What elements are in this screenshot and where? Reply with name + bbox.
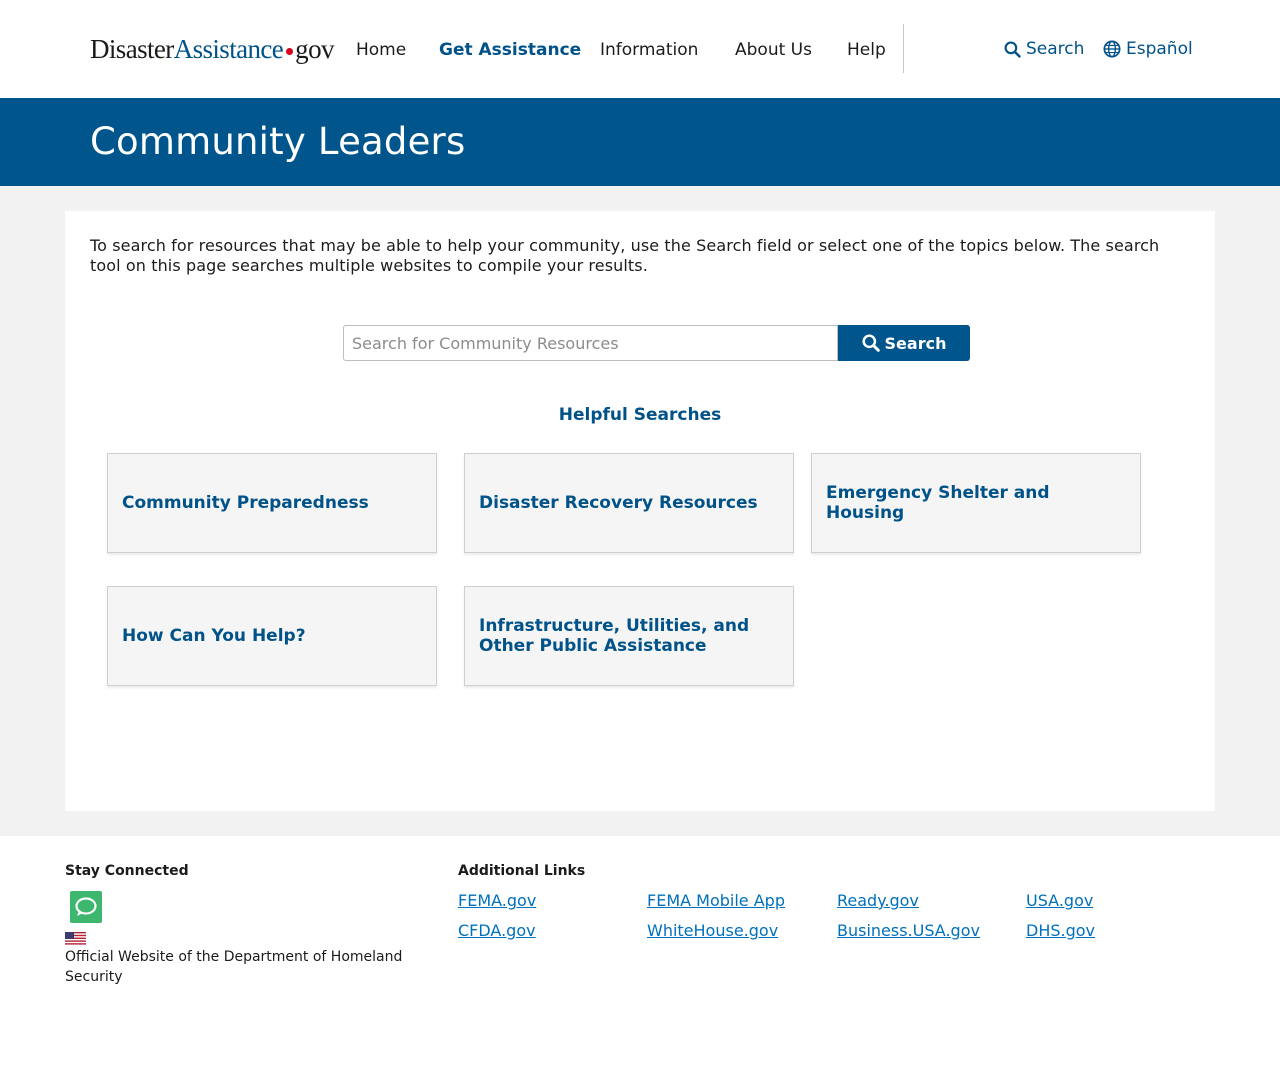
nav-help[interactable]: Help <box>847 38 886 62</box>
chat-icon[interactable] <box>70 891 102 923</box>
header-search-link[interactable]: Search <box>1004 37 1084 61</box>
official-website-text: Official Website of the Department of Ho… <box>65 949 403 985</box>
topic-community-preparedness[interactable]: Community Preparedness <box>107 453 437 553</box>
nav-divider <box>903 24 904 73</box>
community-search-input[interactable] <box>343 325 838 361</box>
link-business-usa-gov[interactable]: Business.USA.gov <box>837 921 980 941</box>
search-button-label: Search <box>884 333 947 353</box>
topic-label: Emergency Shelter and Housing <box>826 483 1050 523</box>
us-flag-icon <box>65 932 86 945</box>
community-search-button[interactable]: Search <box>838 325 970 361</box>
site-header: DisasterAssistance gov Home Get Assistanc… <box>0 0 1280 98</box>
nav-about-us[interactable]: About Us <box>735 38 812 62</box>
page-title: Community Leaders <box>90 120 466 163</box>
language-link[interactable]: Español <box>1103 37 1193 61</box>
link-ready-gov[interactable]: Ready.gov <box>837 891 919 911</box>
logo-part-assistance: Assistance <box>173 34 284 64</box>
link-whitehouse-gov[interactable]: WhiteHouse.gov <box>647 921 778 941</box>
nav-information[interactable]: Information <box>600 38 698 62</box>
topic-how-can-you-help[interactable]: How Can You Help? <box>107 586 437 686</box>
stay-connected-heading: Stay Connected <box>65 863 189 879</box>
search-icon <box>1004 41 1021 58</box>
link-fema-mobile-app[interactable]: FEMA Mobile App <box>647 891 785 911</box>
link-cfda-gov[interactable]: CFDA.gov <box>458 921 536 941</box>
additional-links-heading: Additional Links <box>458 863 586 879</box>
site-logo[interactable]: DisasterAssistance gov <box>90 32 334 66</box>
topic-infrastructure-utilities[interactable]: Infrastructure, Utilities, and Other Pub… <box>464 586 794 686</box>
link-usa-gov[interactable]: USA.gov <box>1026 891 1093 911</box>
topic-label: How Can You Help? <box>122 626 306 646</box>
helpful-searches-heading: Helpful Searches <box>558 405 722 425</box>
logo-dot <box>286 47 294 55</box>
topic-label: Infrastructure, Utilities, and Other Pub… <box>479 616 750 656</box>
topic-label: Community Preparedness <box>122 493 369 513</box>
nav-get-assistance[interactable]: Get Assistance <box>439 38 581 62</box>
topic-disaster-recovery-resources[interactable]: Disaster Recovery Resources <box>464 453 794 553</box>
nav-home[interactable]: Home <box>356 38 406 62</box>
language-label: Español <box>1126 39 1193 59</box>
topic-emergency-shelter-housing[interactable]: Emergency Shelter and Housing <box>811 453 1141 553</box>
logo-part-gov: gov <box>295 34 334 64</box>
link-dhs-gov[interactable]: DHS.gov <box>1026 921 1095 941</box>
page-banner: Community Leaders <box>0 98 1280 186</box>
logo-part-disaster: Disaster <box>90 34 174 64</box>
link-fema-gov[interactable]: FEMA.gov <box>458 891 536 911</box>
globe-icon <box>1103 40 1121 58</box>
header-search-label: Search <box>1026 39 1085 59</box>
topic-label: Disaster Recovery Resources <box>479 493 758 513</box>
intro-text: To search for resources that may be able… <box>90 236 1160 275</box>
search-icon <box>861 334 880 352</box>
